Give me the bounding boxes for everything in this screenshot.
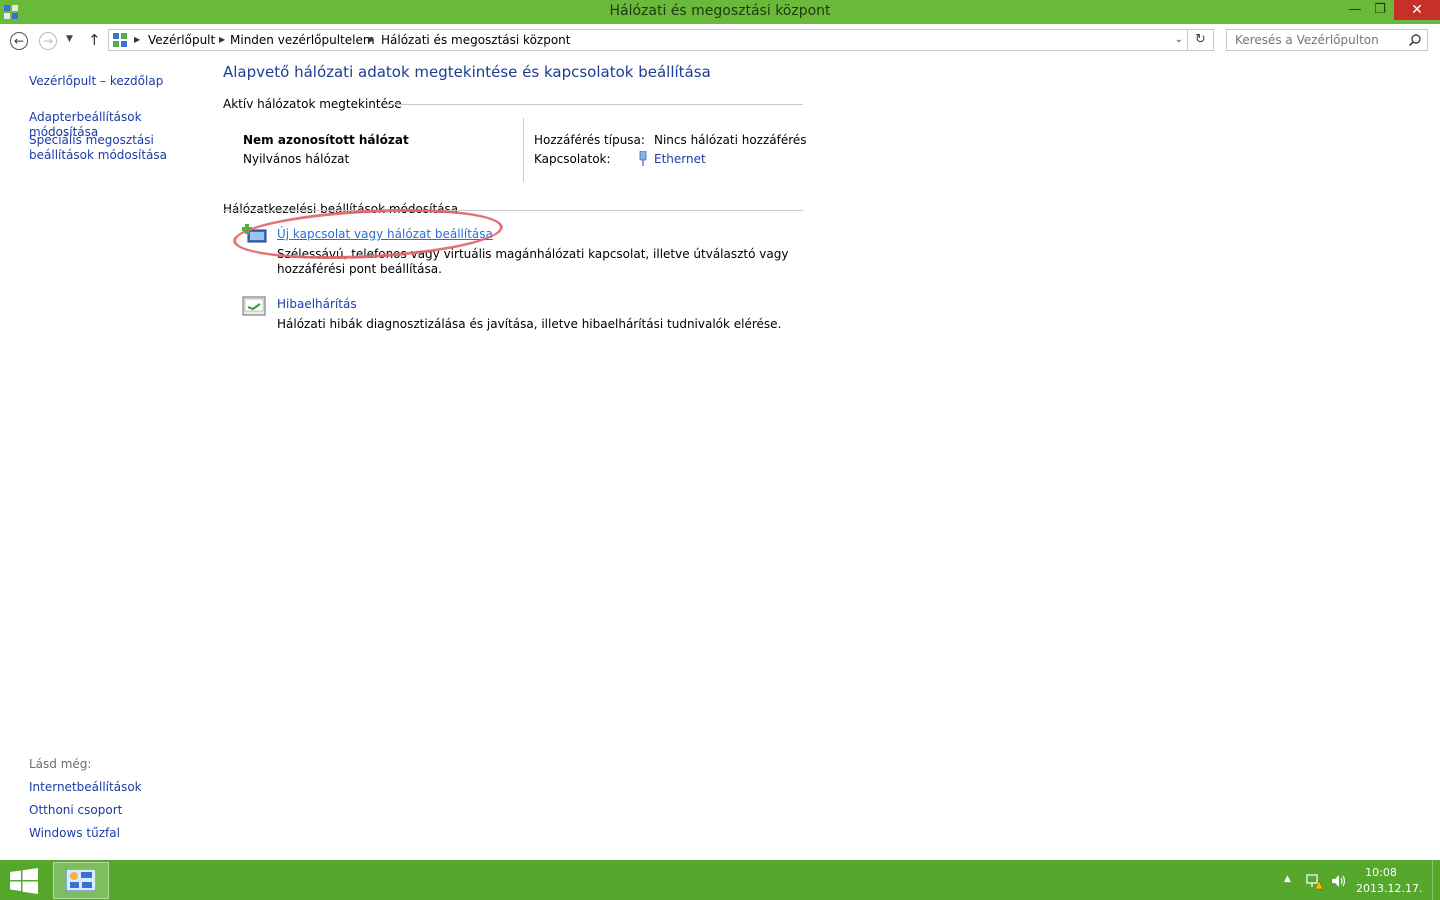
- troubleshoot-description: Hálózati hibák diagnosztizálása és javít…: [277, 317, 782, 331]
- sidebar-advanced-sharing-settings[interactable]: Speciális megosztási beállítások módosít…: [29, 133, 174, 163]
- troubleshoot-icon: [242, 296, 266, 316]
- search-input[interactable]: [1227, 30, 1410, 50]
- forward-button[interactable]: →: [39, 32, 57, 50]
- sidebar-control-panel-home[interactable]: Vezérlőpult – kezdőlap: [29, 74, 163, 89]
- up-button[interactable]: ↑: [88, 31, 101, 49]
- window-title: Hálózati és megosztási központ: [609, 3, 831, 19]
- see-also-label: Lásd még:: [29, 757, 92, 771]
- section-divider: [223, 210, 803, 211]
- clock-date: 2013.12.17.: [1356, 882, 1423, 895]
- refresh-button[interactable]: ↻: [1188, 29, 1214, 51]
- windows-logo-icon[interactable]: [10, 868, 38, 894]
- navigation-bar: ← → ▼ ↑ ▶ Vezérlőpult ▶ Minden vezérlőpu…: [0, 24, 1440, 58]
- back-button[interactable]: ←: [10, 32, 28, 50]
- volume-icon[interactable]: [1330, 872, 1348, 890]
- breadcrumb-all-items[interactable]: Minden vezérlőpultelem: [230, 33, 375, 47]
- breadcrumb-separator[interactable]: ▶: [219, 35, 225, 44]
- breadcrumb-separator[interactable]: ▶: [134, 35, 140, 44]
- maximize-button[interactable]: ❐: [1368, 0, 1392, 20]
- troubleshoot-link[interactable]: Hibaelhárítás: [277, 297, 357, 311]
- address-dropdown-icon[interactable]: ⌄: [1175, 34, 1183, 45]
- ethernet-link[interactable]: Ethernet: [654, 152, 706, 166]
- control-panel-icon: [66, 869, 96, 891]
- sidebar: Vezérlőpult – kezdőlap Adapterbeállításo…: [29, 58, 209, 858]
- breadcrumb-separator[interactable]: ▶: [368, 35, 374, 44]
- clock-time: 10:08: [1365, 866, 1397, 879]
- recent-locations-dropdown[interactable]: ▼: [66, 34, 73, 44]
- network-warning-icon[interactable]: [1305, 872, 1323, 890]
- breadcrumb-network-center[interactable]: Hálózati és megosztási központ: [381, 33, 570, 47]
- search-box[interactable]: [1226, 29, 1428, 51]
- control-panel-icon: [113, 33, 127, 47]
- section-divider: [385, 104, 803, 105]
- page-title: Alapvető hálózati adatok megtekintése és…: [223, 63, 711, 81]
- network-name: Nem azonosított hálózat: [243, 133, 409, 147]
- access-type-value: Nincs hálózati hozzáférés: [654, 133, 807, 147]
- show-desktop-button[interactable]: [1432, 860, 1440, 900]
- vertical-divider: [523, 118, 524, 182]
- connections-label: Kapcsolatok:: [534, 152, 611, 166]
- search-icon[interactable]: [1408, 33, 1422, 47]
- show-hidden-icons-button[interactable]: ▲: [1284, 874, 1291, 884]
- see-also-homegroup[interactable]: Otthoni csoport: [29, 803, 122, 818]
- title-bar: Hálózati és megosztási központ — ❐ ✕: [0, 0, 1440, 24]
- minimize-button[interactable]: —: [1342, 0, 1368, 20]
- network-type: Nyilvános hálózat: [243, 152, 350, 166]
- close-button[interactable]: ✕: [1394, 0, 1440, 20]
- access-type-label: Hozzáférés típusa:: [534, 133, 645, 147]
- address-bar[interactable]: ▶ Vezérlőpult ▶ Minden vezérlőpultelem ▶…: [108, 29, 1188, 51]
- taskbar: ▲ 10:08 2013.12.17.: [0, 860, 1440, 900]
- breadcrumb-control-panel[interactable]: Vezérlőpult: [148, 33, 215, 47]
- see-also-windows-firewall[interactable]: Windows tűzfal: [29, 826, 120, 841]
- see-also-internet-options[interactable]: Internetbeállítások: [29, 780, 142, 795]
- ethernet-icon: [639, 151, 647, 166]
- taskbar-control-panel-app[interactable]: [53, 862, 109, 899]
- active-networks-header: Aktív hálózatok megtekintése: [223, 97, 402, 111]
- taskbar-clock[interactable]: 10:08 2013.12.17.: [1356, 865, 1423, 897]
